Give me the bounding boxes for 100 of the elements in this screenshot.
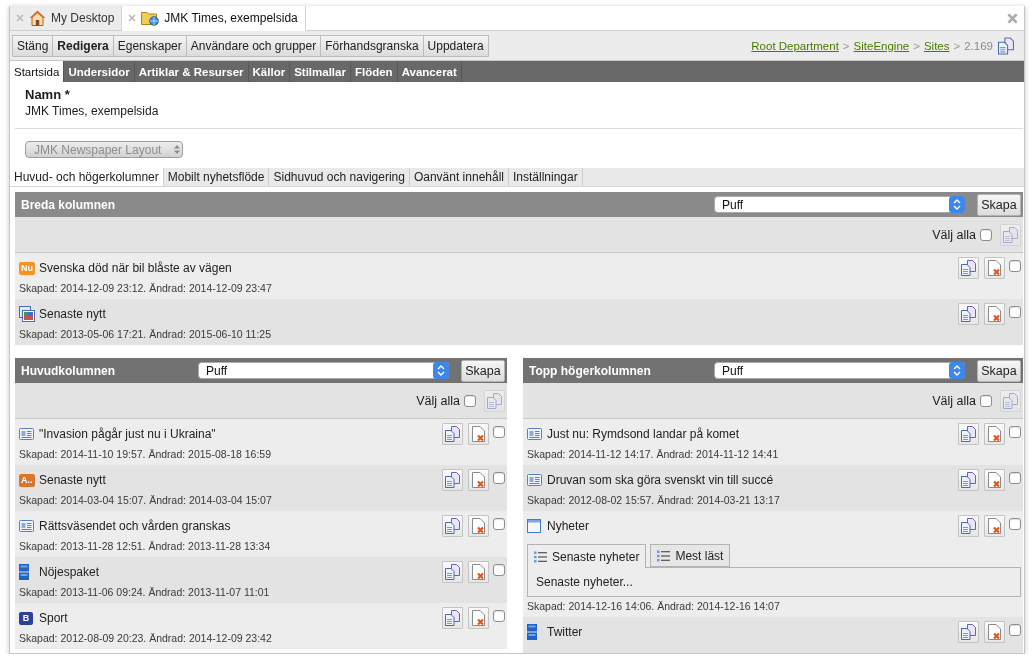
copy-button[interactable] bbox=[958, 515, 979, 537]
row-checkbox[interactable] bbox=[493, 564, 505, 576]
create-button[interactable]: Skapa bbox=[977, 193, 1021, 216]
subtab[interactable]: Huvud- och högerkolumner bbox=[10, 168, 164, 186]
row-checkbox[interactable] bbox=[1009, 518, 1021, 530]
documents-icon bbox=[961, 426, 976, 442]
copy-button[interactable] bbox=[442, 423, 463, 445]
breadcrumb-link[interactable]: Sites bbox=[923, 39, 950, 52]
documents-icon bbox=[961, 624, 976, 640]
select-all-label: Välj alla bbox=[932, 393, 976, 408]
select-all-checkbox[interactable] bbox=[980, 228, 992, 241]
newspaper-icon bbox=[19, 520, 34, 532]
copy-button[interactable] bbox=[958, 303, 979, 325]
type-select[interactable]: Puff bbox=[198, 362, 449, 379]
document-x-icon bbox=[988, 426, 1001, 442]
type-select[interactable]: Puff bbox=[714, 196, 965, 213]
subtab[interactable]: Sidhuvud och navigering bbox=[269, 168, 410, 186]
subtab[interactable]: Mobilt nyhetsflöde bbox=[163, 168, 270, 186]
delete-button[interactable] bbox=[468, 561, 489, 583]
item-meta: Skapad: 2014-11-12 14:17. Ändrad: 2014-11-12 14:41 bbox=[527, 448, 780, 460]
toolbar-button[interactable]: Uppdatera bbox=[423, 34, 489, 57]
nav-tab[interactable]: Undersidor bbox=[64, 61, 135, 82]
copy-button[interactable] bbox=[958, 469, 979, 491]
subtab[interactable]: Inställningar bbox=[509, 168, 583, 186]
copy-button[interactable] bbox=[442, 561, 463, 583]
delete-button[interactable] bbox=[984, 621, 1005, 643]
nav-tab[interactable]: Artiklar & Resurser bbox=[134, 61, 249, 82]
nav-tab[interactable]: Källor bbox=[248, 61, 291, 82]
select-all-label: Välj alla bbox=[932, 227, 976, 242]
create-button[interactable]: Skapa bbox=[977, 359, 1021, 382]
copy-button[interactable] bbox=[442, 515, 463, 537]
row-checkbox[interactable] bbox=[493, 426, 505, 438]
delete-button[interactable] bbox=[468, 515, 489, 537]
document-x-icon bbox=[472, 518, 485, 534]
nav-tab[interactable]: Avancerat bbox=[397, 61, 462, 82]
documents-icon bbox=[445, 518, 460, 534]
item-meta: Skapad: 2014-12-16 14:06. Ändrad: 2014-12-16 14:07 bbox=[527, 600, 781, 612]
document-x-icon bbox=[472, 564, 485, 580]
tab[interactable]: My Desktop bbox=[10, 6, 123, 31]
nav-tab[interactable]: Stilmallar bbox=[290, 61, 351, 82]
delete-button[interactable] bbox=[984, 303, 1005, 325]
select-all-checkbox[interactable] bbox=[980, 394, 992, 407]
delete-button[interactable] bbox=[984, 257, 1005, 279]
stepper-icon bbox=[949, 196, 965, 213]
type-select[interactable]: Puff bbox=[714, 362, 965, 379]
copy-button[interactable] bbox=[958, 257, 979, 279]
toolbar-button[interactable]: Användare och grupper bbox=[186, 34, 322, 57]
document-x-icon bbox=[472, 472, 485, 488]
close-icon[interactable] bbox=[1007, 12, 1018, 24]
row-checkbox[interactable] bbox=[493, 472, 505, 484]
row-checkbox[interactable] bbox=[1009, 260, 1021, 272]
delete-button[interactable] bbox=[984, 515, 1005, 537]
row-checkbox[interactable] bbox=[1009, 624, 1021, 636]
overlapping-windows-icon bbox=[19, 306, 35, 322]
row-checkbox[interactable] bbox=[1009, 472, 1021, 484]
documents-icon bbox=[487, 392, 502, 409]
nav-tab[interactable]: Startsida bbox=[10, 61, 65, 82]
breadcrumb-separator: > bbox=[913, 39, 920, 52]
section-title: Huvudkolumnen bbox=[21, 363, 115, 378]
item-meta: Skapad: 2012-08-09 20:23. Ändrad: 2014-12-09 23:42 bbox=[19, 632, 273, 644]
delete-button[interactable] bbox=[984, 469, 1005, 491]
create-button[interactable]: Skapa bbox=[461, 359, 505, 382]
subtab[interactable]: Oanvänt innehåll bbox=[409, 168, 509, 186]
toolbar-button[interactable]: Egenskaper bbox=[113, 34, 187, 57]
delete-button[interactable] bbox=[468, 423, 489, 445]
item-title: Nöjespaket bbox=[39, 565, 100, 579]
item-title: "Invasion pågår just nu i Ukraina" bbox=[39, 427, 216, 441]
close-icon[interactable] bbox=[128, 14, 137, 22]
copy-button[interactable] bbox=[442, 469, 463, 491]
widget-tab[interactable]: Mest läst bbox=[650, 544, 731, 567]
copy-button[interactable] bbox=[958, 423, 979, 445]
row-checkbox[interactable] bbox=[493, 518, 505, 530]
toolbar-button[interactable]: Förhandsgranska bbox=[321, 34, 424, 57]
section-title: Breda kolumnen bbox=[21, 197, 116, 212]
nav-tab[interactable]: Flöden bbox=[350, 61, 398, 82]
item-title: Senaste nytt bbox=[39, 473, 106, 487]
document-x-icon bbox=[988, 306, 1001, 322]
stepper-icon bbox=[949, 362, 965, 379]
delete-button[interactable] bbox=[984, 423, 1005, 445]
tab[interactable]: JMK Times, exempelsida bbox=[122, 6, 306, 31]
breadcrumb-link[interactable]: SiteEngine bbox=[853, 39, 910, 52]
row-checkbox[interactable] bbox=[1009, 306, 1021, 318]
copy-button[interactable] bbox=[442, 607, 463, 629]
delete-button[interactable] bbox=[468, 607, 489, 629]
row-checkbox[interactable] bbox=[1009, 426, 1021, 438]
delete-button[interactable] bbox=[468, 469, 489, 491]
toolbar-button[interactable]: Stäng bbox=[12, 34, 54, 57]
breadcrumb-link[interactable]: Root Department bbox=[751, 39, 839, 52]
toolbar-button[interactable]: Redigera bbox=[53, 34, 114, 57]
field-value: JMK Times, exempelsida bbox=[25, 103, 160, 119]
item-meta: Skapad: 2014-11-10 19:57. Ändrad: 2015-08-18 16:59 bbox=[19, 448, 272, 460]
folder-globe-icon bbox=[141, 10, 160, 26]
documents-icon bbox=[445, 564, 460, 580]
newspaper-icon bbox=[527, 474, 542, 486]
copy-button[interactable] bbox=[958, 621, 979, 643]
row-checkbox[interactable] bbox=[493, 610, 505, 622]
item-meta: Skapad: 2012-08-02 15:57. Ändrad: 2014-03-21 13:17 bbox=[527, 494, 781, 506]
item-meta: Skapad: 2014-03-04 15:07. Ändrad: 2014-03-04 15:07 bbox=[19, 494, 273, 506]
select-all-checkbox[interactable] bbox=[464, 394, 476, 407]
widget-tab[interactable]: Senaste nyheter bbox=[527, 544, 647, 568]
